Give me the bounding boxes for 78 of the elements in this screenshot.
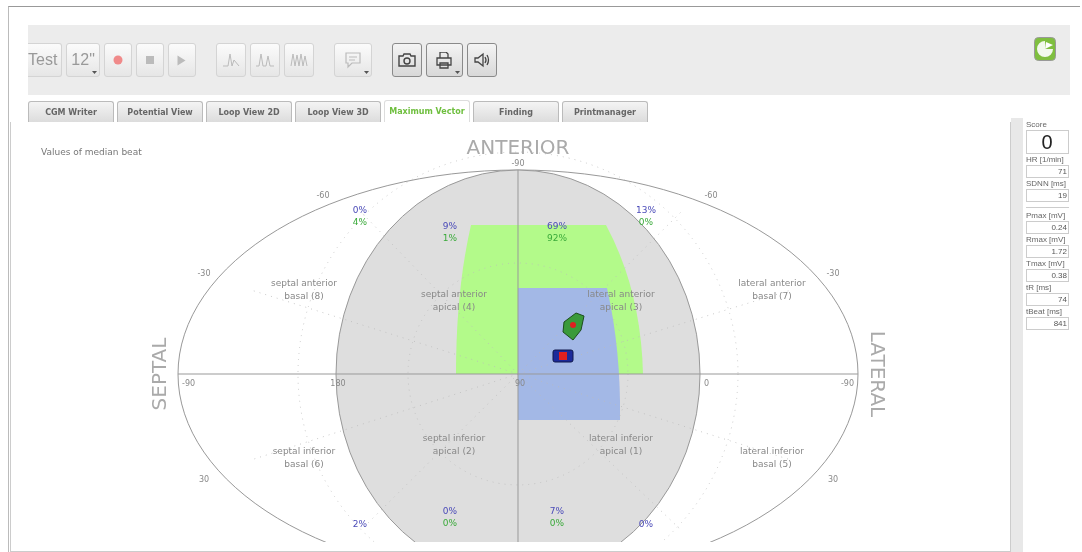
stop-icon: [145, 56, 154, 64]
field-label: Rmax [mV]: [1026, 235, 1067, 245]
tick-label: 0: [704, 379, 710, 388]
region-label: lateral inferior basal (5): [740, 446, 804, 469]
print-button[interactable]: [425, 43, 463, 77]
waveform-icon: [288, 51, 309, 69]
value-field: 19: [1026, 189, 1069, 202]
axis-title: LATERAL: [866, 330, 890, 418]
play-icon: [177, 54, 187, 66]
camera-button[interactable]: [391, 43, 422, 77]
region-label: lateral anterior basal (7): [738, 278, 806, 301]
score-field: 0: [1026, 130, 1069, 154]
region-label: lateral inferior apical (1): [589, 433, 653, 456]
percentage: 69%: [547, 221, 567, 231]
tick-label: 90: [514, 379, 526, 388]
percentage: 13%: [636, 205, 656, 215]
field-label: Score: [1026, 120, 1048, 130]
value-field: 841: [1026, 317, 1069, 330]
axis-title: SEPTAL: [147, 337, 171, 411]
axis-title: ANTERIOR: [466, 135, 570, 159]
percentage: 0%: [442, 506, 458, 516]
waveform-icon: [220, 51, 241, 69]
vector-marker: [562, 312, 585, 341]
comment-icon: [342, 51, 363, 69]
caret-icon: [91, 71, 97, 74]
percentage: 1%: [442, 233, 458, 243]
splitter-bar[interactable]: [1011, 118, 1023, 552]
value-field: 0.24: [1026, 221, 1069, 234]
tick-label: -30: [826, 269, 840, 278]
value-field: 71: [1026, 165, 1069, 178]
caret-icon: [454, 71, 460, 74]
field-label: SDNN [ms]: [1026, 179, 1067, 189]
percentage: 0%: [549, 518, 565, 528]
tick-label: -90: [511, 159, 525, 168]
field-label: tBeat [ms]: [1026, 307, 1063, 317]
tick-label: 30: [827, 475, 839, 484]
tick-label: 180: [330, 379, 346, 388]
region-label: septal anterior basal (8): [271, 278, 337, 301]
app-logo-icon[interactable]: [1034, 37, 1056, 61]
percentage: 0%: [352, 205, 368, 215]
caret-icon: [363, 71, 369, 74]
tab[interactable]: Potential View: [117, 101, 203, 122]
field-label: Tmax [mV]: [1026, 259, 1066, 269]
percentage: 4%: [352, 217, 368, 227]
printer-icon: [434, 51, 455, 69]
tab[interactable]: Printmanager: [562, 101, 648, 122]
tab[interactable]: CGM Writer: [28, 101, 114, 122]
percentage: 9%: [442, 221, 458, 231]
value-field: 1.72: [1026, 245, 1069, 258]
waveform-icon: [254, 51, 275, 69]
value-field: 74: [1026, 293, 1069, 306]
chart-caption: Values of median beat: [41, 147, 142, 157]
percentage: 2%: [352, 519, 368, 529]
value-field: 0.38: [1026, 269, 1069, 282]
field-label: tR [ms]: [1026, 283, 1053, 293]
tick-label: -90: [182, 379, 196, 388]
camera-icon: [396, 51, 417, 69]
tick-label: -60: [316, 191, 330, 200]
tab[interactable]: Finding: [473, 101, 559, 122]
tick-label: 30: [198, 475, 210, 484]
percentage: 7%: [549, 506, 565, 516]
region-label: septal inferior apical (2): [422, 433, 486, 456]
field-label: Pmax [mV]: [1026, 211, 1067, 221]
sound-button[interactable]: [466, 43, 497, 77]
tab[interactable]: Loop View 2D: [206, 101, 292, 122]
speaker-icon: [471, 51, 492, 69]
percentage: 92%: [547, 233, 567, 243]
tab[interactable]: Loop View 3D: [295, 101, 381, 122]
tick-label: -30: [197, 269, 211, 278]
tick-label: -60: [704, 191, 718, 200]
percentage: 0%: [638, 217, 654, 227]
percentage: 0%: [442, 518, 458, 528]
field-label: HR [1/min]: [1026, 155, 1065, 165]
percentage: 0%: [638, 519, 654, 529]
median-marker: [552, 349, 574, 363]
record-icon: [112, 55, 123, 65]
tick-label: -90: [840, 379, 854, 388]
region-label: septal inferior basal (6): [272, 446, 336, 469]
